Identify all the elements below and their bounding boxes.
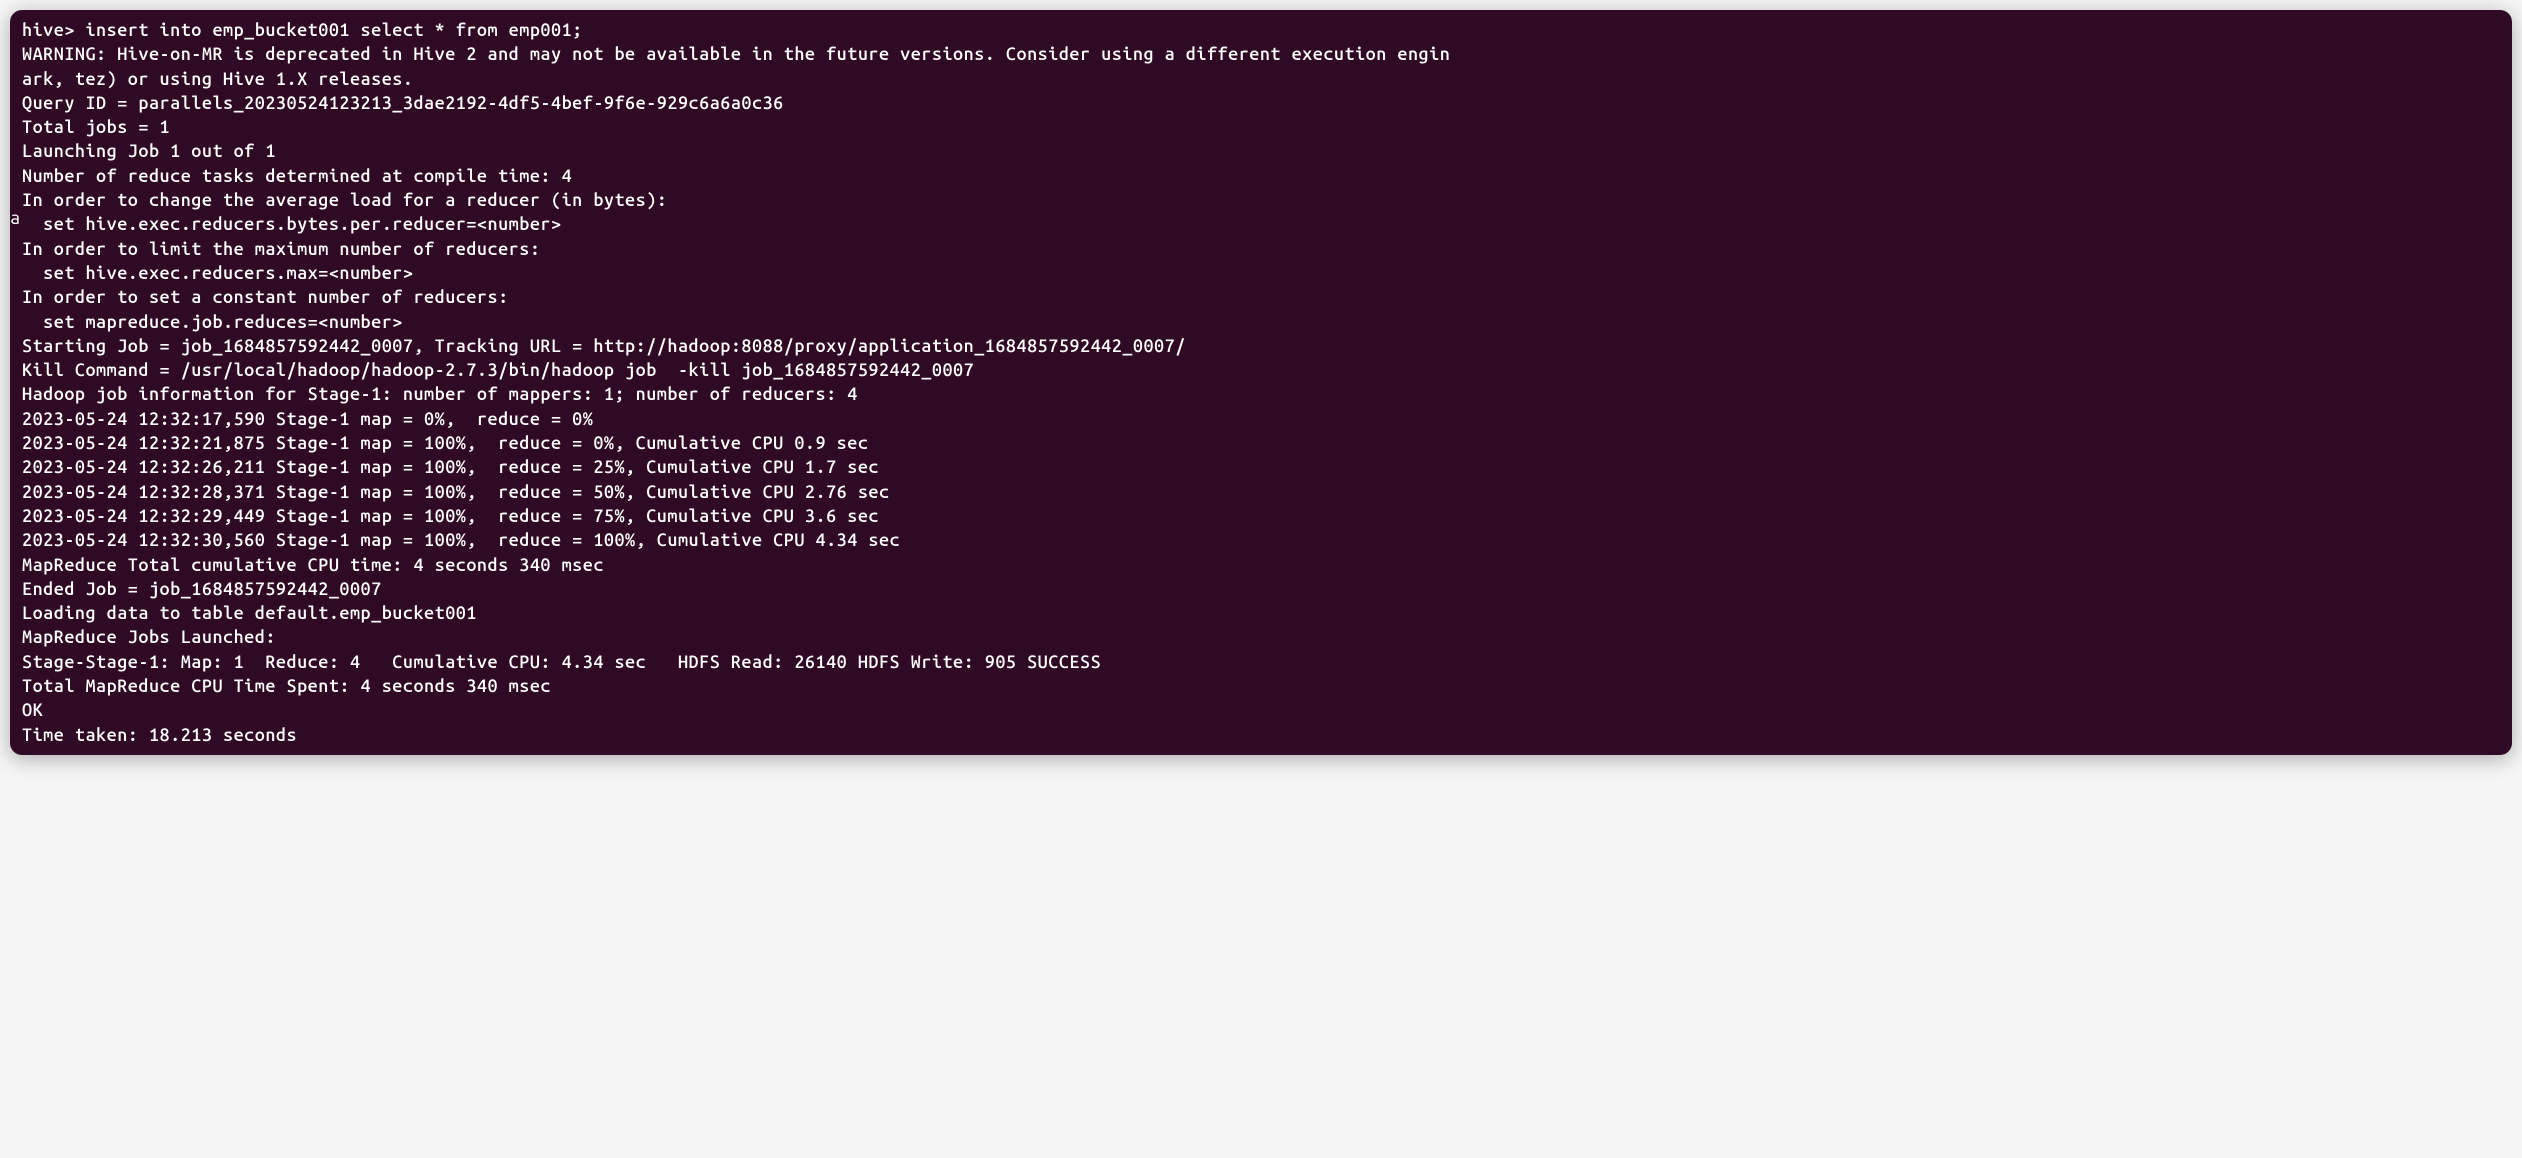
terminal-line: ark, tez) or using Hive 1.X releases. [22, 67, 2500, 91]
terminal-line: MapReduce Jobs Launched: [22, 625, 2500, 649]
terminal-line: 2023-05-24 12:32:28,371 Stage-1 map = 10… [22, 480, 2500, 504]
terminal-line: Stage-Stage-1: Map: 1 Reduce: 4 Cumulati… [22, 650, 2500, 674]
terminal-line: Kill Command = /usr/local/hadoop/hadoop-… [22, 358, 2500, 382]
terminal-line: set mapreduce.job.reduces=<number> [22, 310, 2500, 334]
terminal-line: set hive.exec.reducers.bytes.per.reducer… [22, 212, 2500, 236]
terminal-line: In order to limit the maximum number of … [22, 237, 2500, 261]
terminal-line: 2023-05-24 12:32:26,211 Stage-1 map = 10… [22, 455, 2500, 479]
terminal-line: Total jobs = 1 [22, 115, 2500, 139]
terminal-line: hive> insert into emp_bucket001 select *… [22, 18, 2500, 42]
terminal-line: 2023-05-24 12:32:29,449 Stage-1 map = 10… [22, 504, 2500, 528]
terminal-line: MapReduce Total cumulative CPU time: 4 s… [22, 553, 2500, 577]
terminal-line: WARNING: Hive-on-MR is deprecated in Hiv… [22, 42, 2500, 66]
terminal-line: 2023-05-24 12:32:21,875 Stage-1 map = 10… [22, 431, 2500, 455]
terminal-line: set hive.exec.reducers.max=<number> [22, 261, 2500, 285]
terminal-line: 2023-05-24 12:32:17,590 Stage-1 map = 0%… [22, 407, 2500, 431]
terminal-line: In order to set a constant number of red… [22, 285, 2500, 309]
terminal-line: Total MapReduce CPU Time Spent: 4 second… [22, 674, 2500, 698]
terminal-line: OK [22, 698, 2500, 722]
time-taken-text: Time taken: 18.213 seconds [22, 725, 297, 745]
terminal-window: hive> insert into emp_bucket001 select *… [10, 10, 2512, 755]
terminal-line-last: Time taken: 18.213 seconds [22, 723, 2500, 747]
terminal-line: Starting Job = job_1684857592442_0007, T… [22, 334, 2500, 358]
terminal-line: Ended Job = job_1684857592442_0007 [22, 577, 2500, 601]
terminal-line: Launching Job 1 out of 1 [22, 139, 2500, 163]
terminal-line: Query ID = parallels_20230524123213_3dae… [22, 91, 2500, 115]
side-character: a [10, 208, 20, 228]
terminal-line: Number of reduce tasks determined at com… [22, 164, 2500, 188]
terminal-line: Hadoop job information for Stage-1: numb… [22, 382, 2500, 406]
terminal-line: 2023-05-24 12:32:30,560 Stage-1 map = 10… [22, 528, 2500, 552]
terminal-line: Loading data to table default.emp_bucket… [22, 601, 2500, 625]
terminal-output[interactable]: hive> insert into emp_bucket001 select *… [10, 10, 2512, 755]
terminal-line: In order to change the average load for … [22, 188, 2500, 212]
